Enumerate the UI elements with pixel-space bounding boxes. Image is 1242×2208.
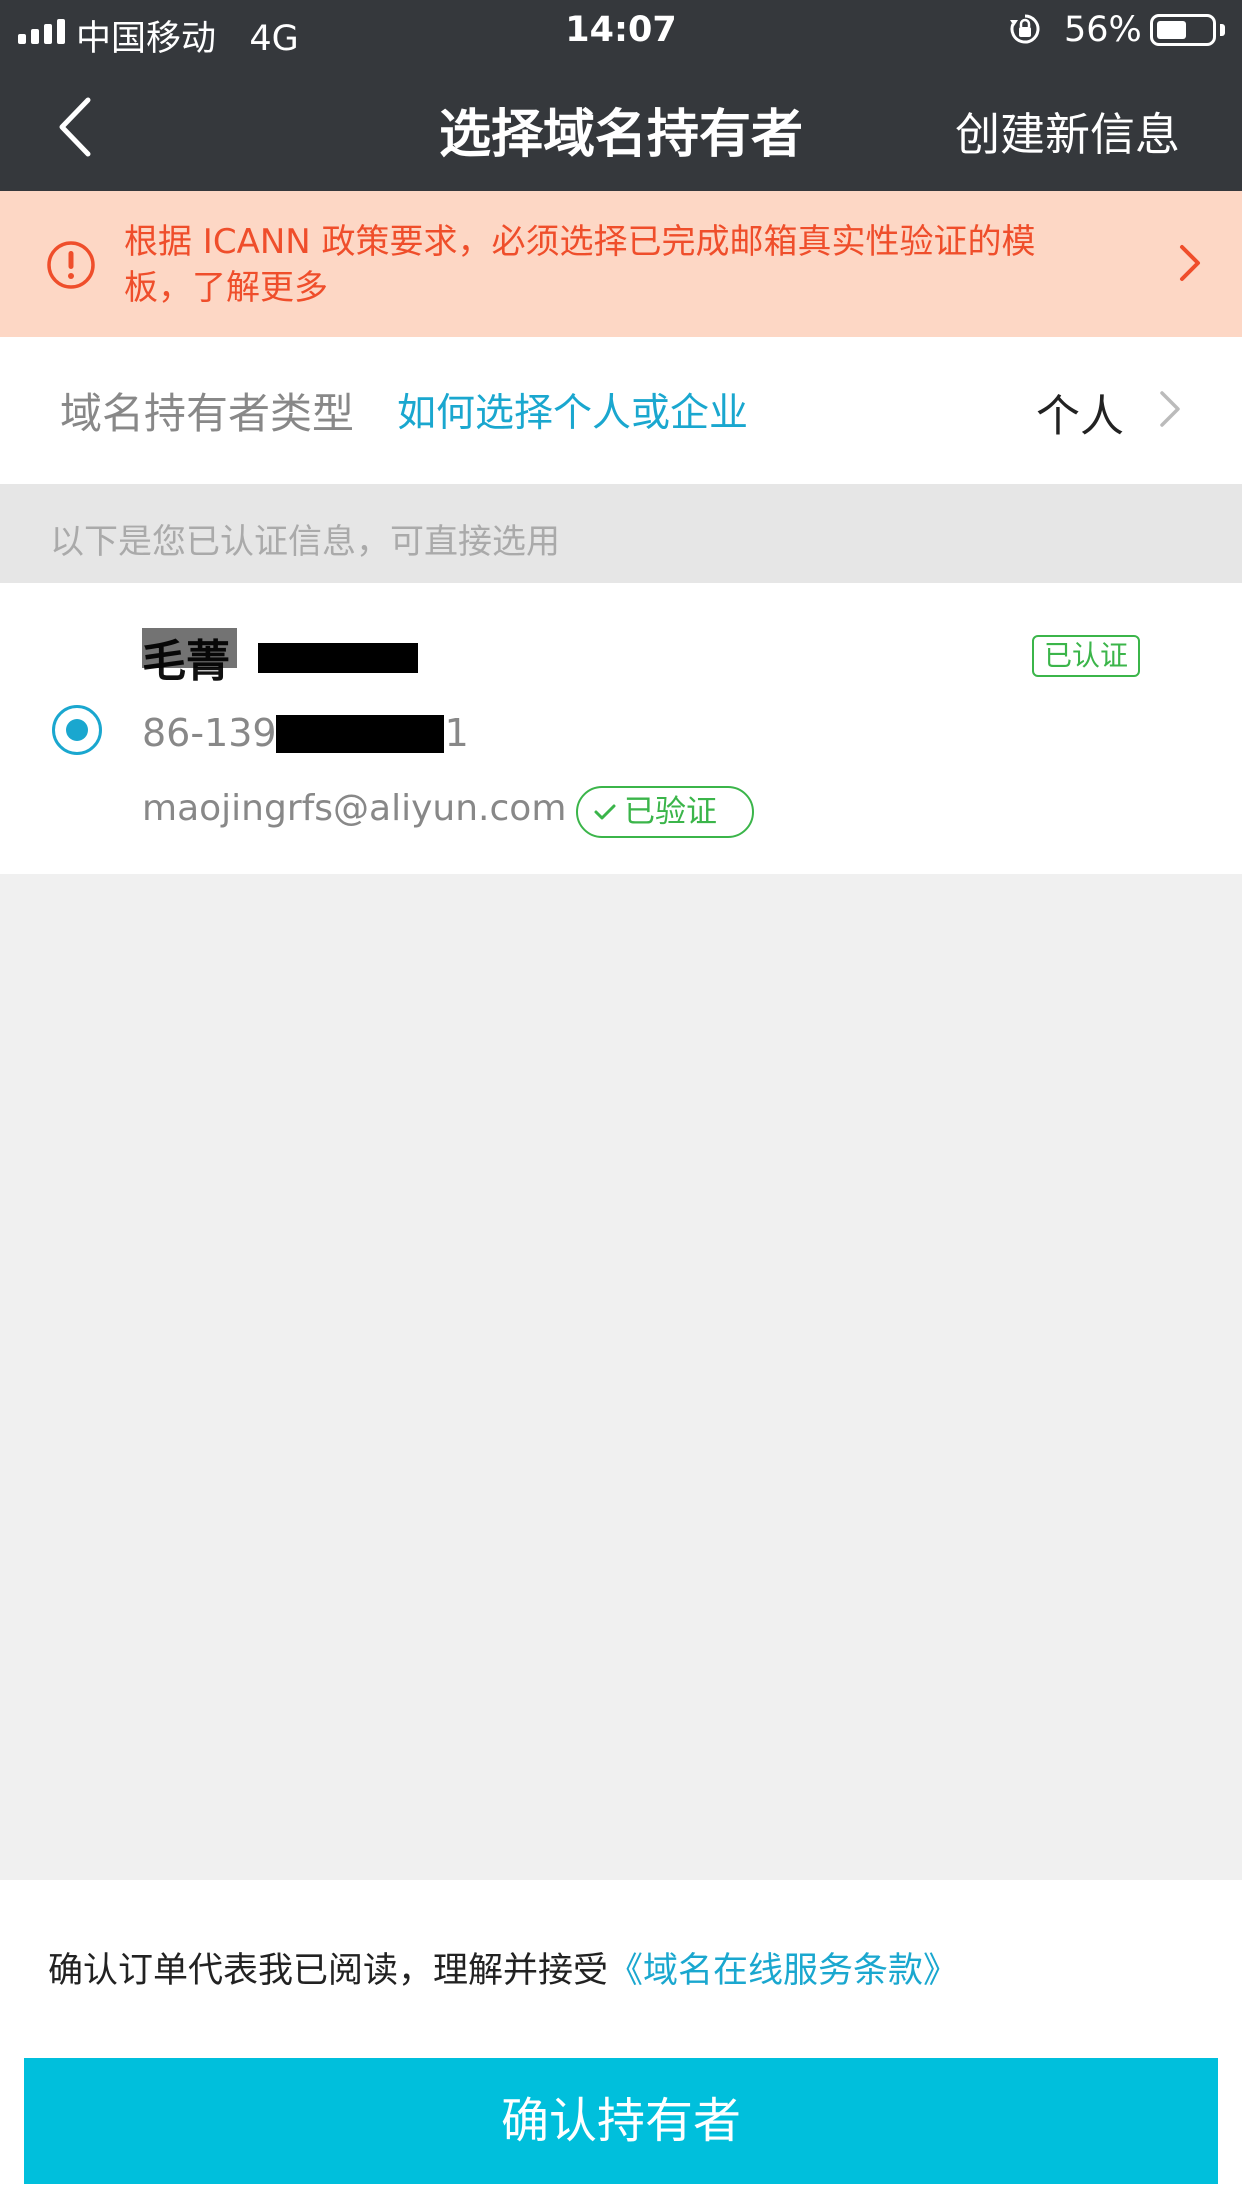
check-icon bbox=[594, 804, 616, 820]
battery-cap bbox=[1220, 24, 1225, 36]
email-badge-label: 已验证 bbox=[624, 794, 717, 830]
owner-type-row[interactable]: 域名持有者类型 如何选择个人或企业 个人 bbox=[0, 337, 1242, 484]
nav-bar: 选择域名持有者 创建新信息 bbox=[0, 62, 1242, 191]
create-new-button[interactable]: 创建新信息 bbox=[955, 98, 1180, 163]
redaction-mark bbox=[276, 715, 444, 753]
section-hint: 以下是您已认证信息，可直接选用 bbox=[0, 484, 1242, 583]
rotation-lock-icon bbox=[1010, 14, 1040, 44]
terms-text: 确认订单代表我已阅读，理解并接受《域名在线服务条款》 bbox=[48, 1942, 958, 1993]
owner-type-value: 个人 bbox=[1036, 391, 1124, 442]
terms-link[interactable]: 《域名在线服务条款》 bbox=[608, 1951, 958, 1991]
warning-icon bbox=[47, 241, 95, 289]
redaction-mark bbox=[258, 643, 418, 673]
radio-selected-dot bbox=[66, 719, 88, 741]
clock: 14:07 bbox=[565, 10, 677, 50]
hint-text: 以下是您已认证信息，可直接选用 bbox=[50, 522, 560, 562]
phone-suffix: 1 bbox=[444, 711, 469, 755]
banner-text: 根据 ICANN 政策要求，必须选择已完成邮箱真实性验证的模板，了解更多 bbox=[124, 222, 1036, 308]
contact-card[interactable]: 毛菁 已认证 86-1391 maojingrfs@aliyun.com 已验证 bbox=[0, 583, 1242, 874]
battery-level bbox=[1157, 21, 1186, 39]
confirm-owner-button[interactable]: 确认持有者 bbox=[24, 2058, 1218, 2184]
chevron-right-icon bbox=[1160, 391, 1180, 427]
verified-badge: 已认证 bbox=[1032, 635, 1140, 677]
chevron-right-icon bbox=[1180, 245, 1200, 281]
contact-email: maojingrfs@aliyun.com bbox=[142, 788, 567, 829]
battery-percent: 56% bbox=[1064, 10, 1142, 50]
phone-prefix: 86-139 bbox=[142, 711, 277, 755]
owner-type-label: 域名持有者类型 bbox=[60, 389, 355, 438]
redaction-mark bbox=[142, 628, 237, 668]
select-radio[interactable] bbox=[52, 705, 102, 755]
battery-icon bbox=[1150, 14, 1216, 46]
terms-statement: 确认订单代表我已阅读，理解并接受 bbox=[48, 1951, 609, 1991]
footer: 确认订单代表我已阅读，理解并接受《域名在线服务条款》 确认持有者 bbox=[0, 1880, 1242, 2208]
owner-type-help-link[interactable]: 如何选择个人或企业 bbox=[397, 382, 748, 438]
policy-banner[interactable]: 根据 ICANN 政策要求，必须选择已完成邮箱真实性验证的模板，了解更多 bbox=[0, 191, 1242, 337]
email-verified-badge: 已验证 bbox=[576, 786, 754, 838]
status-bar: 中国移动 4G 14:07 56% bbox=[0, 0, 1242, 62]
